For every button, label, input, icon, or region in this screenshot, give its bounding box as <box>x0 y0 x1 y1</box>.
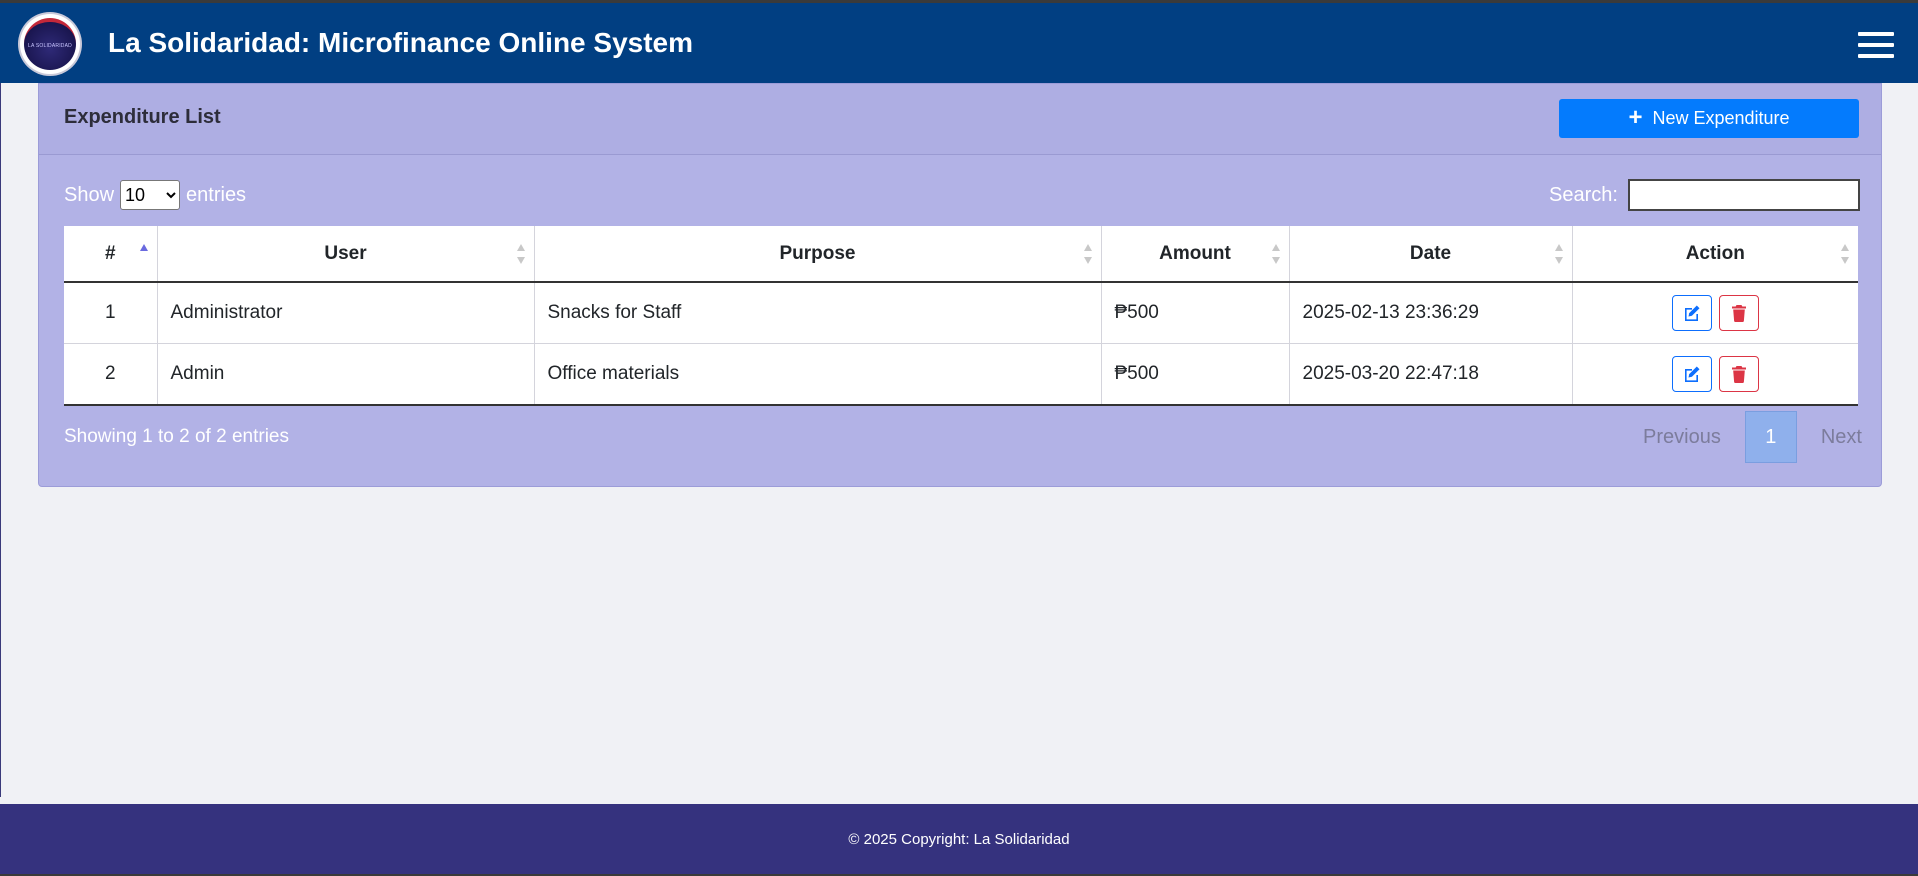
edit-button[interactable] <box>1671 356 1712 392</box>
cell-number: 1 <box>64 282 158 344</box>
table-header-row: # User Purpose Amount Date Action <box>64 226 1858 283</box>
search-control: Search: <box>1549 179 1860 211</box>
cell-date: 2025-02-13 23:36:29 <box>1289 282 1573 344</box>
card-title: Expenditure List <box>64 106 221 128</box>
cell-user: Admin <box>157 343 535 406</box>
edit-button[interactable] <box>1671 295 1712 331</box>
top-navbar: LA SOLIDARIDAD La Solidaridad: Microfina… <box>0 3 1918 83</box>
edit-icon <box>1684 366 1700 382</box>
search-label: Search: <box>1549 183 1618 206</box>
page-1-button[interactable]: 1 <box>1744 411 1797 463</box>
logo-text: LA SOLIDARIDAD <box>28 43 72 49</box>
column-header-date[interactable]: Date <box>1289 226 1573 283</box>
cell-date: 2025-03-20 22:47:18 <box>1289 343 1573 406</box>
show-label: Show <box>64 183 115 206</box>
left-border <box>0 83 1 797</box>
sort-icon <box>516 244 526 264</box>
sort-icon <box>1554 244 1564 264</box>
next-page-button[interactable]: Next <box>1797 426 1886 449</box>
column-header-amount[interactable]: Amount <box>1101 226 1290 283</box>
copyright-text: © 2025 Copyright: La Solidaridad <box>848 830 1070 848</box>
cell-amount: ₱500 <box>1101 343 1290 406</box>
column-header-user[interactable]: User <box>157 226 535 283</box>
expenditure-table: # User Purpose Amount Date Action 1 Admi… <box>64 226 1858 406</box>
entries-label: entries <box>186 183 247 206</box>
edit-icon <box>1684 305 1700 321</box>
cell-number: 2 <box>64 343 158 406</box>
sort-icon <box>1083 244 1093 264</box>
app-title[interactable]: La Solidaridad: Microfinance Online Syst… <box>108 27 693 59</box>
pagination: Previous 1 Next <box>1619 411 1886 463</box>
sort-icon <box>1841 244 1850 264</box>
delete-button[interactable] <box>1718 295 1759 331</box>
card-header: Expenditure List + New Expenditure <box>39 84 1881 155</box>
sort-asc-icon <box>139 244 149 264</box>
brand-logo[interactable]: LA SOLIDARIDAD <box>20 14 80 74</box>
expenditure-card: Expenditure List + New Expenditure Show … <box>38 83 1882 487</box>
column-header-number[interactable]: # <box>64 226 158 283</box>
new-expenditure-label: New Expenditure <box>1652 108 1790 128</box>
cell-actions <box>1572 343 1858 406</box>
table-row: 2 Admin Office materials ₱500 2025-03-20… <box>64 343 1858 406</box>
entries-select[interactable]: 10 <box>120 180 181 210</box>
search-input[interactable] <box>1627 179 1860 211</box>
cell-amount: ₱500 <box>1101 282 1290 344</box>
table-info: Showing 1 to 2 of 2 entries <box>64 426 289 447</box>
table-row: 1 Administrator Snacks for Staff ₱500 20… <box>64 282 1858 344</box>
plus-icon: + <box>1628 103 1643 131</box>
cell-user: Administrator <box>157 282 535 344</box>
column-header-action[interactable]: Action <box>1572 226 1858 283</box>
column-header-purpose[interactable]: Purpose <box>534 226 1102 283</box>
page-footer: © 2025 Copyright: La Solidaridad <box>0 804 1918 874</box>
sort-icon <box>1271 244 1281 264</box>
hamburger-icon[interactable] <box>1858 32 1894 58</box>
page-length-control: Show 10 entries <box>64 180 246 210</box>
cell-purpose: Office materials <box>534 343 1102 406</box>
previous-page-button[interactable]: Previous <box>1619 426 1745 449</box>
new-expenditure-button[interactable]: + New Expenditure <box>1559 99 1859 138</box>
logo-emblem: LA SOLIDARIDAD <box>24 18 76 70</box>
delete-button[interactable] <box>1718 356 1759 392</box>
trash-icon <box>1731 366 1746 383</box>
cell-purpose: Snacks for Staff <box>534 282 1102 344</box>
cell-actions <box>1572 282 1858 344</box>
trash-icon <box>1731 305 1746 322</box>
